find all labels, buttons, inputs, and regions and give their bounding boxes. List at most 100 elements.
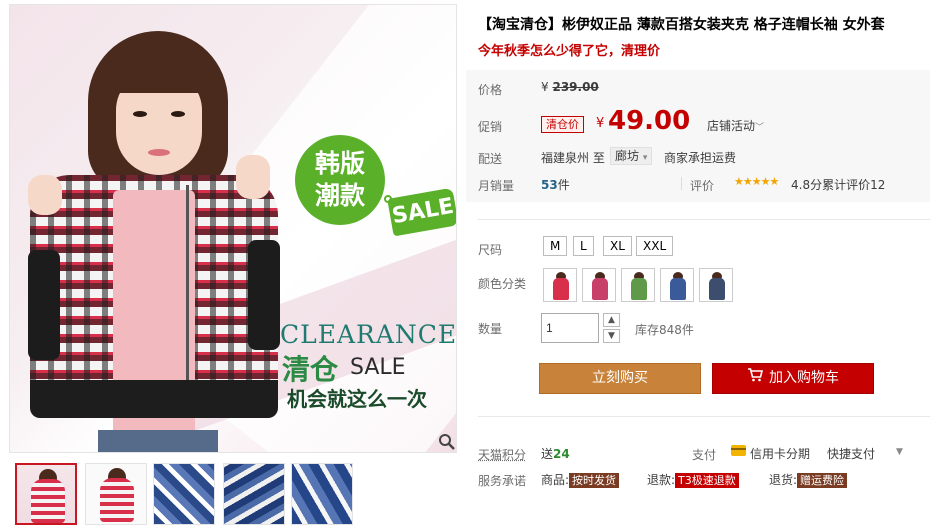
points-value: 送24 [541, 445, 570, 462]
ship-origin-city: 福建泉州 [541, 151, 590, 165]
service-return[interactable]: 退货: 赠运费险 [769, 471, 848, 488]
thumbnail-5[interactable] [291, 463, 353, 525]
chance-slogan: 机会就这么一次 [287, 387, 427, 411]
rating-label: 评价 [690, 179, 715, 193]
return-insurance-tag: 赠运费险 [797, 473, 848, 488]
color-swatch-3[interactable] [621, 268, 655, 302]
monthly-sales: 53件 [541, 176, 570, 193]
quantity-increase-button[interactable]: ▲ [603, 313, 620, 327]
shipping-label: 配送 [478, 152, 503, 166]
thumbnail-2[interactable] [85, 463, 147, 525]
jeans [98, 430, 218, 452]
left-hand [28, 175, 62, 215]
stock-count: 库存848件 [635, 323, 694, 337]
main-product-image[interactable]: 韩版 潮款 SALE CLEARANCE 清仓 SALE 机会就这么一次 [9, 4, 457, 453]
on-time-shipping-tag: 按时发货 [569, 473, 620, 488]
chevron-down-icon[interactable]: ▼ [896, 447, 903, 457]
quantity-input[interactable] [541, 313, 599, 343]
quantity-label: 数量 [478, 322, 503, 336]
cart-icon [747, 364, 764, 393]
clearance-price-tag: 清仓价 [541, 116, 584, 133]
promo-currency: ¥ [596, 116, 605, 131]
size-option-xl[interactable]: XL [603, 236, 632, 256]
left-cuff [28, 250, 60, 360]
size-label: 尺码 [478, 243, 503, 257]
divider [681, 177, 682, 190]
credit-card-icon [731, 445, 746, 456]
magnifier-icon[interactable] [438, 433, 456, 451]
color-swatch-4[interactable] [660, 268, 694, 302]
store-promo-dropdown[interactable]: 店铺活动﹀ [707, 117, 764, 134]
right-hand [236, 155, 270, 199]
service-goods-prefix: 商品: [541, 473, 570, 487]
ship-to-word: 至 [592, 151, 605, 165]
korean-style-badge: 韩版 潮款 [295, 135, 385, 225]
rating-score-value: 4.8分 [791, 178, 823, 192]
model-figure [18, 25, 280, 452]
credit-installment[interactable]: 信用卡分期 [750, 445, 810, 462]
swatch-body [631, 278, 647, 300]
service-return-prefix: 退货: [769, 473, 798, 487]
swatch-body [553, 278, 569, 300]
rating-stars: ★★★★★ [734, 175, 779, 188]
swatch-body [592, 278, 608, 300]
points-label[interactable]: 天猫积分 [478, 446, 526, 463]
size-option-m[interactable]: M [543, 236, 568, 256]
swatch-body [709, 278, 725, 300]
original-price-value: 239.00 [552, 80, 599, 94]
badge-line-1: 韩版 [314, 149, 365, 178]
promo-price: 49.00 [608, 106, 691, 136]
color-swatch-5[interactable] [699, 268, 733, 302]
add-to-cart-label: 加入购物车 [769, 370, 839, 386]
color-swatch-1[interactable] [543, 268, 577, 302]
monthly-sales-unit: 件 [557, 178, 570, 192]
service-refund[interactable]: 退款: T3极速退款 [647, 471, 739, 488]
service-goods[interactable]: 商品: 按时发货 [541, 471, 620, 488]
price-label: 价格 [478, 83, 503, 97]
buy-now-button[interactable]: 立刻购买 [539, 363, 701, 394]
points-prefix: 送 [541, 447, 554, 461]
points-amount: 24 [553, 447, 570, 461]
product-subtitle: 今年秋季怎么少得了它，清理价 [478, 44, 661, 59]
badge-line-2: 潮款 [314, 181, 365, 210]
model-eye-right [171, 111, 185, 117]
chevron-down-icon: ﹀ [755, 123, 765, 133]
review-count: 累计评价12 [822, 178, 886, 192]
rating-score[interactable]: 4.8分累计评价12 [791, 176, 885, 193]
divider [478, 416, 930, 417]
product-title: 【淘宝清仓】彬伊奴正品 薄款百搭女装夹克 格子连帽长袖 女外套 [478, 17, 885, 33]
promo-label: 促销 [478, 120, 503, 134]
quick-pay[interactable]: 快捷支付 [827, 445, 875, 462]
clearance-cn-text: 清仓 [282, 353, 339, 386]
clearance-text: CLEARANCE [280, 320, 457, 349]
thumbnail-4[interactable] [223, 463, 285, 525]
model-bangs [110, 53, 210, 93]
service-label: 服务承诺 [478, 474, 527, 488]
monthly-sales-label: 月销量 [478, 179, 515, 193]
clearance-sale-text: SALE [350, 355, 406, 380]
add-to-cart-button[interactable]: 加入购物车 [712, 363, 874, 394]
size-option-l[interactable]: L [573, 236, 594, 256]
swatch-body [670, 278, 686, 300]
thumb-model-jacket [31, 479, 65, 523]
original-currency: ¥ [541, 80, 549, 94]
quantity-decrease-button[interactable]: ▼ [603, 329, 620, 343]
thumb-model-jacket [100, 478, 134, 522]
model-eye-left [133, 111, 147, 117]
store-promo-label: 店铺活动 [707, 119, 756, 133]
ship-origin: 福建泉州 至 [541, 149, 605, 166]
original-price: ¥ 239.00 [541, 80, 599, 94]
thumbnail-3[interactable] [153, 463, 215, 525]
thumbnail-1[interactable] [15, 463, 77, 525]
model-lips [148, 149, 170, 156]
monthly-sales-count: 53 [541, 178, 558, 192]
color-swatch-2[interactable] [582, 268, 616, 302]
color-label: 颜色分类 [478, 277, 527, 291]
ship-destination-city: 廊坊 [615, 149, 640, 163]
size-option-xxl[interactable]: XXL [636, 236, 674, 256]
ship-destination-select[interactable]: 廊坊 ▾ [610, 147, 653, 165]
thumbnail-strip [13, 460, 463, 530]
payment-label: 支付 [692, 448, 717, 462]
right-cuff [248, 240, 280, 350]
chevron-down-icon: ▾ [642, 153, 648, 163]
